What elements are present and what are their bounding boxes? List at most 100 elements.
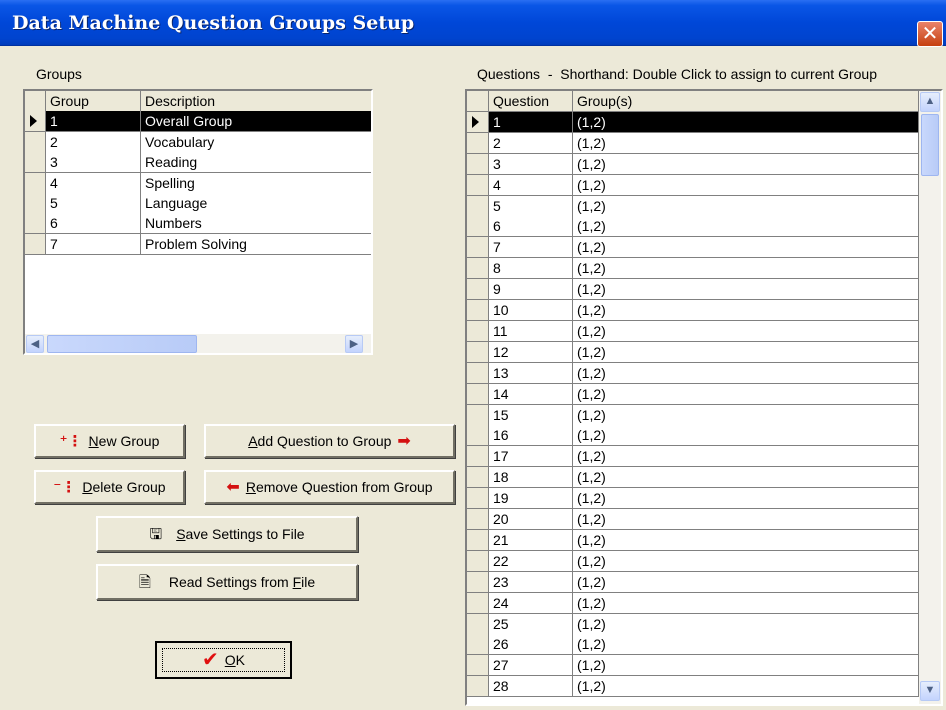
table-row[interactable]: 12 (1,2) [467,341,919,363]
row-selector[interactable] [467,446,489,468]
table-cell[interactable]: 6 [46,213,141,235]
table-cell[interactable]: 3 [46,152,141,174]
table-cell[interactable]: (1,2) [573,341,919,363]
groups-horizontal-scrollbar[interactable]: ◀ ▶ [25,334,371,353]
table-cell[interactable]: (1,2) [573,174,919,196]
table-row[interactable]: 27 (1,2) [467,655,919,677]
row-selector[interactable] [467,571,489,593]
row-selector[interactable] [467,529,489,551]
row-selector[interactable] [467,195,489,217]
table-cell[interactable]: 28 [489,676,573,698]
table-row[interactable]: 26 (1,2) [467,634,919,656]
row-selector[interactable] [467,362,489,384]
table-cell[interactable]: Numbers [141,213,371,235]
delete-group-button[interactable]: ⁻⋮ Delete Group [34,470,185,504]
table-cell[interactable]: (1,2) [573,488,919,510]
column-header[interactable]: Description [141,91,371,112]
row-selector[interactable] [467,634,489,656]
table-cell[interactable]: (1,2) [573,571,919,593]
table-cell[interactable]: (1,2) [573,425,919,447]
table-row[interactable]: 21 (1,2) [467,529,919,551]
row-selector[interactable] [467,258,489,280]
table-cell[interactable]: (1,2) [573,509,919,530]
scroll-left-button[interactable]: ◀ [26,335,44,353]
row-selector[interactable] [467,467,489,489]
table-cell[interactable]: 5 [489,195,573,217]
column-header[interactable]: Question [489,91,573,112]
table-cell[interactable]: Vocabulary [141,131,371,153]
table-row[interactable]: 6 (1,2) [467,216,919,238]
table-row[interactable]: 18 (1,2) [467,467,919,489]
table-cell[interactable]: Reading [141,152,371,174]
column-header[interactable]: Group [46,91,141,112]
table-cell[interactable]: 5 [46,193,141,214]
table-cell[interactable]: (1,2) [573,467,919,489]
table-cell[interactable]: 13 [489,362,573,384]
row-selector[interactable] [25,213,46,235]
table-row[interactable]: 17 (1,2) [467,446,919,468]
scroll-thumb[interactable] [921,114,939,176]
remove-question-button[interactable]: ⬅ Remove Question from Group [204,470,455,504]
row-selector[interactable] [25,193,46,214]
table-cell[interactable]: 20 [489,509,573,530]
table-cell[interactable]: (1,2) [573,279,919,301]
table-row[interactable]: 2 (1,2) [467,132,919,154]
row-selector[interactable] [467,655,489,677]
table-row[interactable]: 15 (1,2) [467,404,919,426]
row-selector[interactable] [25,111,46,133]
row-selector[interactable] [467,237,489,259]
table-row[interactable]: 4 Spelling [25,172,371,194]
table-cell[interactable]: (1,2) [573,655,919,677]
table-cell[interactable]: 14 [489,383,573,405]
table-row[interactable]: 3 Reading [25,152,371,174]
table-cell[interactable]: (1,2) [573,300,919,321]
table-row[interactable]: 6 Numbers [25,213,371,235]
table-cell[interactable]: (1,2) [573,111,919,133]
table-cell[interactable]: 4 [489,174,573,196]
table-cell[interactable]: 12 [489,341,573,363]
row-selector[interactable] [467,676,489,698]
scroll-down-button[interactable]: ▼ [920,681,940,701]
table-cell[interactable]: 8 [489,258,573,280]
row-selector[interactable] [25,233,46,255]
read-settings-button[interactable]: 🗎 Read Settings from File [96,564,358,600]
table-cell[interactable]: 7 [489,237,573,259]
table-cell[interactable]: (1,2) [573,446,919,468]
row-selector[interactable] [467,488,489,510]
table-row[interactable]: 8 (1,2) [467,258,919,280]
table-row[interactable]: 2 Vocabulary [25,131,371,153]
row-selector[interactable] [467,509,489,530]
add-question-button[interactable]: Add Question to Group ➡ [204,424,455,458]
row-selector[interactable] [467,592,489,614]
table-cell[interactable]: (1,2) [573,676,919,698]
table-cell[interactable]: (1,2) [573,258,919,280]
table-cell[interactable]: Problem Solving [141,233,371,255]
table-row[interactable]: 10 (1,2) [467,300,919,321]
table-cell[interactable]: (1,2) [573,320,919,342]
table-row[interactable]: 28 (1,2) [467,676,919,698]
table-row[interactable]: 20 (1,2) [467,509,919,530]
table-cell[interactable]: (1,2) [573,550,919,572]
row-selector[interactable] [25,131,46,153]
table-row[interactable]: 1 Overall Group [25,111,371,133]
table-cell[interactable]: (1,2) [573,237,919,259]
table-cell[interactable]: (1,2) [573,613,919,635]
table-row[interactable]: 11 (1,2) [467,320,919,342]
table-cell[interactable]: 18 [489,467,573,489]
table-cell[interactable]: (1,2) [573,383,919,405]
row-selector[interactable] [467,279,489,301]
table-cell[interactable]: 1 [489,111,573,133]
table-row[interactable]: 3 (1,2) [467,153,919,175]
row-selector[interactable] [467,174,489,196]
row-selector[interactable] [467,404,489,426]
row-selector[interactable] [467,153,489,175]
table-cell[interactable]: 21 [489,529,573,551]
row-selector[interactable] [25,152,46,174]
row-selector[interactable] [467,300,489,321]
table-cell[interactable]: 15 [489,404,573,426]
scroll-right-button[interactable]: ▶ [345,335,363,353]
table-cell[interactable]: 27 [489,655,573,677]
row-selector[interactable] [25,172,46,194]
horizontal-scroll-thumb[interactable] [47,335,197,353]
title-bar[interactable]: Data Machine Question Groups Setup ✕ [0,0,946,47]
